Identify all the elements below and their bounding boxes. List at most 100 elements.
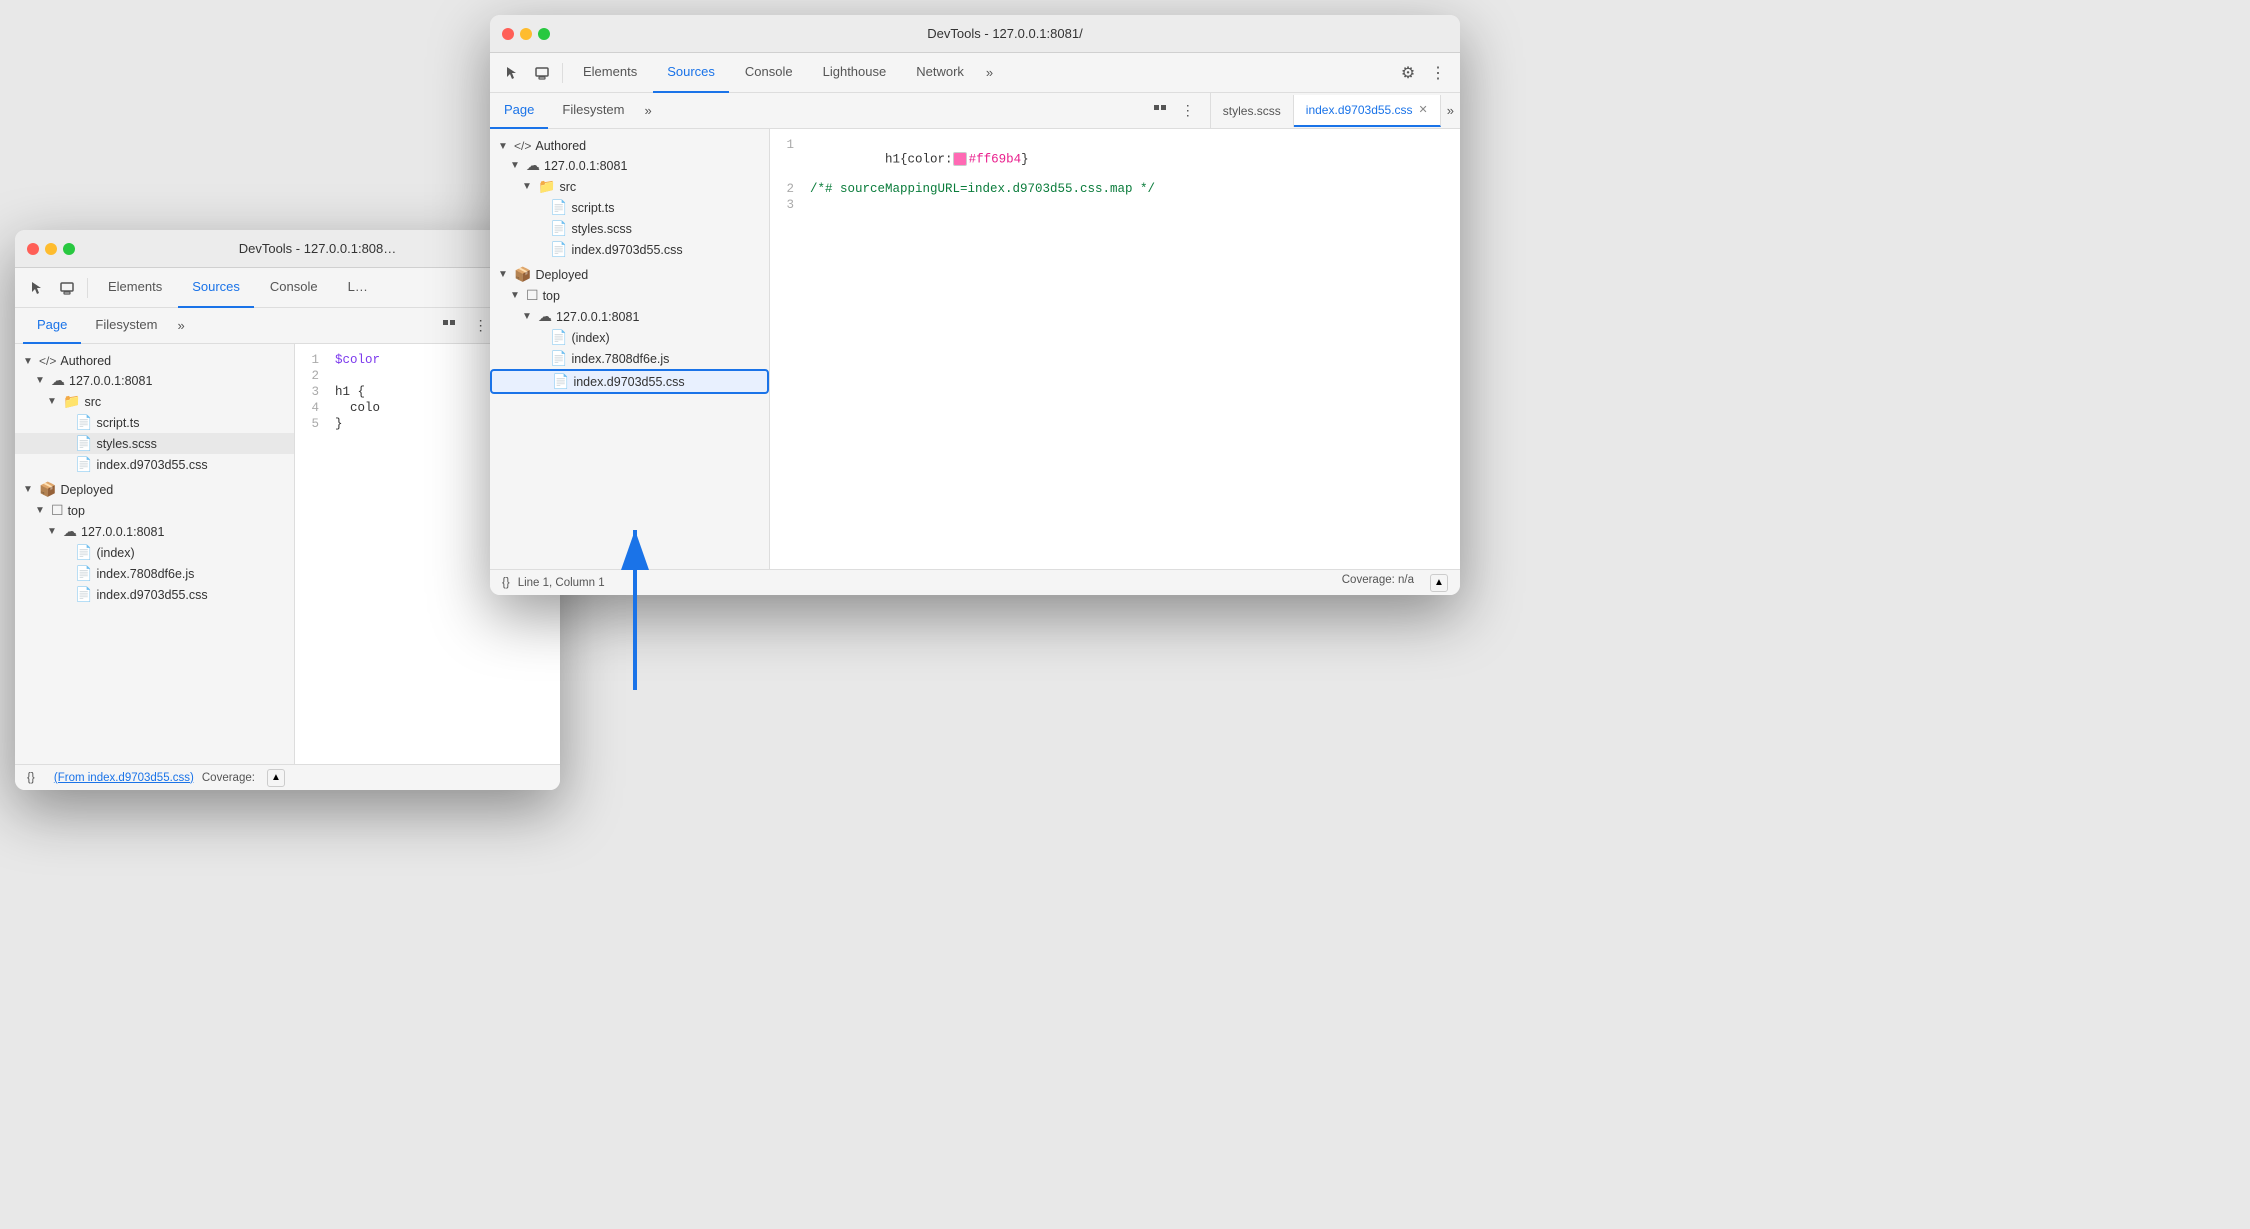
tree-host-authored-back[interactable]: ▼ ☁ 127.0.0.1:8081 <box>15 370 294 391</box>
tree-label: index.7808df6e.js <box>571 352 669 366</box>
tree-index-css-authored-front[interactable]: ▶ 📄 index.d9703d55.css <box>490 239 769 260</box>
code-h1: h1 <box>885 152 900 166</box>
minimize-button-front[interactable] <box>520 28 532 40</box>
tree-styles-scss-back[interactable]: ▶ 📄 styles.scss <box>15 433 294 454</box>
inspect-icon[interactable] <box>23 274 51 302</box>
tree-authored-front[interactable]: ▼ </> Authored <box>490 137 769 155</box>
more-options-icon-front[interactable]: ⋮ <box>1174 97 1202 125</box>
tree-styles-scss-front[interactable]: ▶ 📄 styles.scss <box>490 218 769 239</box>
tree-host-deployed-back[interactable]: ▼ ☁ 127.0.0.1:8081 <box>15 521 294 542</box>
arrow-icon: ▼ <box>47 396 59 407</box>
device-toggle-icon[interactable] <box>53 274 81 302</box>
sub-tab-more-front[interactable]: » <box>639 103 658 118</box>
sub-toolbar-front: Page Filesystem » ⋮ styles.scss index.d9… <box>490 93 1460 129</box>
arrow-icon: ▼ <box>35 505 47 516</box>
tree-script-ts-back[interactable]: ▶ 📄 script.ts <box>15 412 294 433</box>
tree-index-css-deployed-front[interactable]: ▶ 📄 index.d9703d55.css <box>490 369 769 394</box>
tree-top-back[interactable]: ▼ ☐ top <box>15 500 294 521</box>
tree-index-js-deployed-front[interactable]: ▶ 📄 index.7808df6e.js <box>490 348 769 369</box>
tree-index-back[interactable]: ▶ 📄 (index) <box>15 542 294 563</box>
css-file-icon: 📄 <box>550 241 567 258</box>
file-tree-front[interactable]: ▼ </> Authored ▼ ☁ 127.0.0.1:8081 ▼ 📁 sr… <box>490 129 770 569</box>
open-file-styles-front[interactable]: styles.scss <box>1211 95 1294 127</box>
generic-file-icon: 📄 <box>550 329 567 346</box>
inspect-icon-front[interactable] <box>498 59 526 87</box>
sub-tab-page-back[interactable]: Page <box>23 308 81 344</box>
more-icon-front[interactable]: ⋮ <box>1424 59 1452 87</box>
tree-src-back[interactable]: ▼ 📁 src <box>15 391 294 412</box>
tree-label: src <box>559 180 576 194</box>
status-from-link[interactable]: (From index.d9703d55.css) <box>54 772 194 784</box>
tree-top-front[interactable]: ▼ ☐ top <box>490 285 769 306</box>
tree-host-deployed-front[interactable]: ▼ ☁ 127.0.0.1:8081 <box>490 306 769 327</box>
code-line-1-front: 1 h1{color:#ff69b4} <box>770 137 1460 181</box>
tree-label: Deployed <box>60 483 113 497</box>
tree-index-deployed-front[interactable]: ▶ 📄 (index) <box>490 327 769 348</box>
cloud-icon: ☁ <box>526 157 540 174</box>
close-button-front[interactable] <box>502 28 514 40</box>
devtools-window-back[interactable]: DevTools - 127.0.0.1:808… Elements Sourc… <box>15 230 560 790</box>
code-brace: { <box>900 152 908 166</box>
collapse-all-icon[interactable] <box>435 312 463 340</box>
sub-tab-filesystem-back[interactable]: Filesystem <box>81 308 171 344</box>
sub-tab-more-back[interactable]: » <box>172 318 191 333</box>
traffic-lights-front <box>502 28 550 40</box>
tree-index-css-deployed-back[interactable]: ▶ 📄 index.d9703d55.css <box>15 584 294 605</box>
tree-script-ts-front[interactable]: ▶ 📄 script.ts <box>490 197 769 218</box>
tree-src-front[interactable]: ▼ 📁 src <box>490 176 769 197</box>
tree-deployed-back[interactable]: ▼ 📦 Deployed <box>15 479 294 500</box>
arrow-icon: ▼ <box>498 269 510 280</box>
arrow-icon: ▼ <box>35 375 47 386</box>
tab-console-front[interactable]: Console <box>731 53 807 93</box>
deployed-icon: 📦 <box>514 266 531 283</box>
main-toolbar-front: Elements Sources Console Lighthouse Netw… <box>490 53 1460 93</box>
traffic-lights-back <box>27 243 75 255</box>
file-tree-back[interactable]: ▼ </> Authored ▼ ☁ 127.0.0.1:8081 ▼ 📁 sr… <box>15 344 295 764</box>
tree-host-authored-front[interactable]: ▼ ☁ 127.0.0.1:8081 <box>490 155 769 176</box>
coverage-scroll-btn[interactable]: ▲ <box>267 769 285 787</box>
tab-elements-back[interactable]: Elements <box>94 268 176 308</box>
tab-lighthouse-back[interactable]: L… <box>334 268 382 308</box>
status-coverage-back: Coverage: <box>202 772 255 784</box>
minimize-button-back[interactable] <box>45 243 57 255</box>
tree-index-js-back[interactable]: ▶ 📄 index.7808df6e.js <box>15 563 294 584</box>
color-swatch <box>953 152 967 166</box>
close-tab-icon[interactable]: ✕ <box>1419 103 1428 116</box>
file-tabs-more[interactable]: » <box>1441 103 1460 118</box>
tree-label: Deployed <box>535 268 588 282</box>
coverage-scroll-btn-front[interactable]: ▲ <box>1430 574 1448 592</box>
gear-icon-front[interactable]: ⚙ <box>1394 59 1422 87</box>
tab-more-front[interactable]: » <box>980 65 999 80</box>
tree-authored-back[interactable]: ▼ </> Authored <box>15 352 294 370</box>
code-line-2-front: 2 /*# sourceMappingURL=index.d9703d55.cs… <box>770 181 1460 197</box>
arrow-icon: ▼ <box>510 290 522 301</box>
tab-elements-front[interactable]: Elements <box>569 53 651 93</box>
sub-tab-page-front[interactable]: Page <box>490 93 548 129</box>
tree-label: 127.0.0.1:8081 <box>544 159 627 173</box>
device-toggle-icon-front[interactable] <box>528 59 556 87</box>
code-icon: </> <box>39 354 56 368</box>
tree-label: index.d9703d55.css <box>96 588 207 602</box>
generic-file-icon: 📄 <box>75 544 92 561</box>
ts-file-icon: 📄 <box>550 199 567 216</box>
open-file-index-css-front[interactable]: index.d9703d55.css ✕ <box>1294 95 1441 127</box>
close-button-back[interactable] <box>27 243 39 255</box>
tab-lighthouse-front[interactable]: Lighthouse <box>809 53 901 93</box>
deployed-icon: 📦 <box>39 481 56 498</box>
window-title-front: DevTools - 127.0.0.1:8081/ <box>562 26 1448 41</box>
tab-sources-back[interactable]: Sources <box>178 268 254 308</box>
tree-index-css-back[interactable]: ▶ 📄 index.d9703d55.css <box>15 454 294 475</box>
cloud-icon: ☁ <box>63 523 77 540</box>
sub-tab-filesystem-front[interactable]: Filesystem <box>548 93 638 129</box>
tab-network-front[interactable]: Network <box>902 53 978 93</box>
tab-console-back[interactable]: Console <box>256 268 332 308</box>
maximize-button-front[interactable] <box>538 28 550 40</box>
collapse-icon-front[interactable] <box>1146 97 1174 125</box>
devtools-window-front[interactable]: DevTools - 127.0.0.1:8081/ Elements Sour… <box>490 15 1460 595</box>
code-editor-front[interactable]: 1 h1{color:#ff69b4} 2 /*# sourceMappingU… <box>770 129 1460 569</box>
title-bar-back: DevTools - 127.0.0.1:808… <box>15 230 560 268</box>
tab-sources-front[interactable]: Sources <box>653 53 729 93</box>
maximize-button-back[interactable] <box>63 243 75 255</box>
arrow-icon: ▼ <box>510 160 522 171</box>
tree-deployed-front[interactable]: ▼ 📦 Deployed <box>490 264 769 285</box>
